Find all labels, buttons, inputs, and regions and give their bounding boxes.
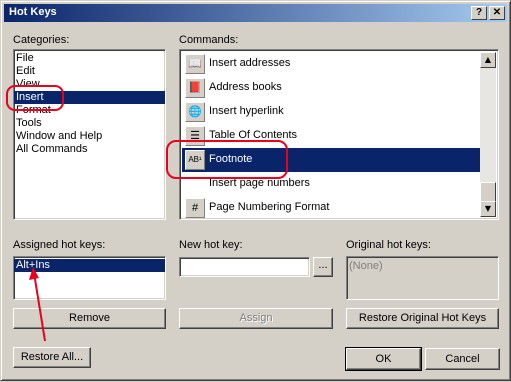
categories-items: File Edit View Insert Format Tools Window and … (14, 52, 165, 156)
new-hotkey-label: New hot key: (179, 239, 243, 251)
close-button[interactable]: ✕ (489, 6, 505, 20)
restore-original-hotkeys-button[interactable]: Restore Original Hot Keys (346, 308, 499, 329)
hot-keys-dialog: Hot Keys ? ✕ Categories: File Edit View Ins… (0, 0, 511, 381)
command-item-insert-addresses[interactable]: 📖 Insert addresses (182, 52, 480, 76)
new-hotkey-input[interactable] (179, 257, 310, 277)
category-item-view[interactable]: View (14, 78, 165, 91)
command-item-insert-page-numbers[interactable]: Insert page numbers (182, 172, 480, 196)
command-label: Insert page numbers (209, 177, 310, 189)
table-of-contents-icon: ☰ (185, 126, 205, 146)
remove-button[interactable]: Remove (13, 308, 166, 329)
categories-label: Categories: (13, 34, 70, 46)
command-label: Table Of Contents (209, 129, 298, 141)
command-item-address-books[interactable]: 📕 Address books (182, 76, 480, 100)
assigned-hotkeys-list[interactable]: Alt+Ins (13, 256, 166, 300)
categories-list[interactable]: File Edit View Insert Format Tools Window and … (13, 49, 166, 220)
commands-list[interactable]: 📖 Insert addresses 📕 Address books 🌐 Insert h… (179, 49, 499, 220)
category-item-insert[interactable]: Insert (14, 91, 165, 104)
category-item-edit[interactable]: Edit (14, 65, 165, 78)
original-hotkeys-box: (None) (346, 256, 499, 300)
window-title: Hot Keys (9, 6, 57, 18)
category-item-tools[interactable]: Tools (14, 117, 165, 130)
assign-button[interactable]: Assign (179, 308, 333, 329)
command-item-page-numbering-format[interactable]: # Page Numbering Format (182, 196, 480, 219)
address-books-icon: 📕 (185, 78, 205, 98)
help-button[interactable]: ? (471, 6, 487, 20)
scroll-thumb[interactable] (480, 182, 496, 203)
scroll-up-button[interactable]: ▲ (480, 52, 496, 68)
category-item-all-commands[interactable]: All Commands (14, 143, 165, 156)
original-hotkeys-value: (None) (349, 260, 383, 272)
page-numbering-icon: # (185, 198, 205, 218)
commands-label: Commands: (179, 34, 239, 46)
command-item-insert-hyperlink[interactable]: 🌐 Insert hyperlink (182, 100, 480, 124)
category-item-window-and-help[interactable]: Window and Help (14, 130, 165, 143)
command-label: Page Numbering Format (209, 201, 330, 213)
commands-scrollbar[interactable]: ▲ ▼ (480, 52, 496, 217)
browse-hotkey-button[interactable]: ... (313, 257, 333, 277)
command-label: Footnote (209, 153, 253, 165)
address-book-icon: 📖 (185, 54, 205, 74)
category-item-format[interactable]: Format (14, 104, 165, 117)
original-hotkeys-label: Original hot keys: (346, 239, 431, 251)
ok-button[interactable]: OK (345, 347, 422, 371)
footnote-icon: AB¹ (185, 150, 205, 170)
scroll-down-button[interactable]: ▼ (480, 201, 496, 217)
command-label: Insert addresses (209, 57, 291, 69)
assigned-hotkey-item[interactable]: Alt+Ins (14, 259, 165, 272)
restore-all-button[interactable]: Restore All... (13, 347, 91, 368)
command-item-table-of-contents[interactable]: ☰ Table Of Contents (182, 124, 480, 148)
assigned-hotkeys-label: Assigned hot keys: (13, 239, 106, 251)
hyperlink-icon: 🌐 (185, 102, 205, 122)
category-item-file[interactable]: File (14, 52, 165, 65)
command-item-footnote[interactable]: AB¹ Footnote (182, 148, 480, 172)
assigned-items: Alt+Ins (14, 259, 165, 272)
command-label: Address books (209, 81, 282, 93)
cancel-button[interactable]: Cancel (425, 348, 500, 370)
title-bar[interactable]: Hot Keys ? ✕ (4, 4, 507, 22)
command-label: Insert hyperlink (209, 105, 284, 117)
